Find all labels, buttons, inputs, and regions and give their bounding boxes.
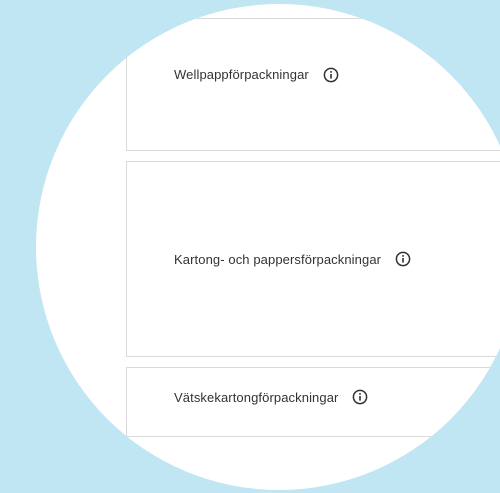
magnifier-lens: Wellpappförpackningar Kartong- och pappe… [36,4,500,490]
packaging-option-card[interactable]: Kartong- och pappersförpackningar [126,161,500,357]
option-label-row: Kartong- och pappersförpackningar [127,251,411,267]
packaging-option-card[interactable]: Wellpappförpackningar [126,18,500,151]
option-label-row: Wellpappförpackningar [127,67,339,83]
option-label-row: Vätskekartongförpackningar [127,389,368,405]
info-icon[interactable] [395,251,411,267]
option-label: Wellpappförpackningar [174,67,309,82]
option-label: Kartong- och pappersförpackningar [174,251,382,267]
packaging-option-card[interactable]: Vätskekartongförpackningar [126,367,500,437]
info-icon[interactable] [323,67,339,83]
info-icon[interactable] [352,389,368,405]
option-label: Vätskekartongförpackningar [174,389,339,405]
